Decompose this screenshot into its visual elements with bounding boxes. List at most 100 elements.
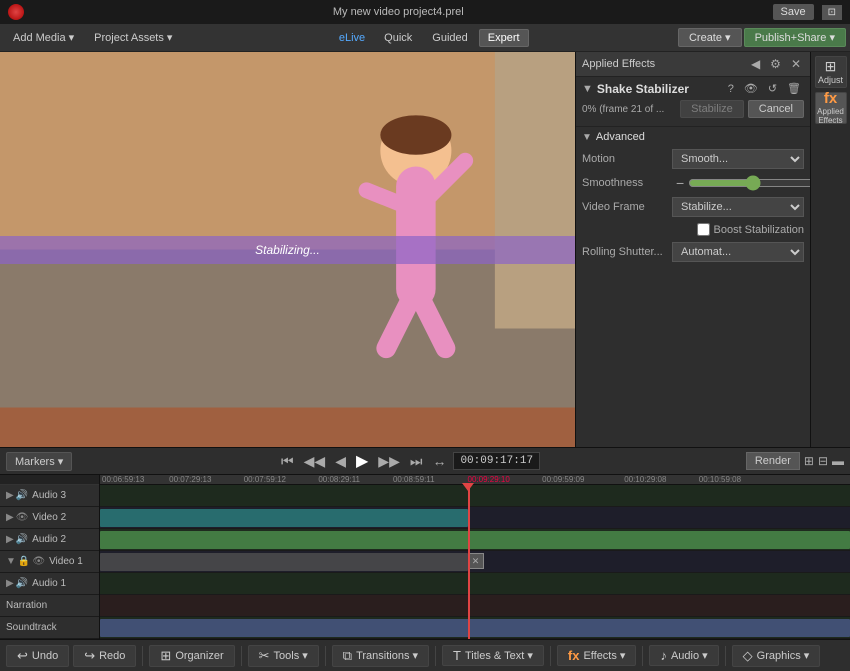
track-toggle-icon[interactable]: ▶ <box>6 578 14 589</box>
tc-next-button[interactable]: ▶▶ <box>375 451 403 472</box>
track-video1-icons: ▼ 🔒 👁 <box>6 556 45 567</box>
timeline-controls: Markers ▾ ⏮ ◀◀ ◀ ▶ ▶▶ ⏭ ↔ 00:09:17:17 Re… <box>0 447 850 475</box>
shake-stabilizer-section: ▼ Shake Stabilizer ? 👁 ↺ 🗑 0% (frame 21 … <box>576 77 810 127</box>
motion-row: Motion Smooth... <box>582 149 804 169</box>
render-button[interactable]: Render <box>746 452 800 470</box>
transitions-button[interactable]: ⧉ Transitions ▾ <box>332 645 429 667</box>
effects-settings-icon[interactable]: ⚙ <box>767 56 784 72</box>
tc-prev-button[interactable]: ◀ <box>332 451 349 472</box>
track-video2-label: Video 2 <box>32 512 66 523</box>
tc-skip-start-button[interactable]: ⏮ <box>278 451 297 472</box>
shake-reset-icon[interactable]: ↺ <box>765 81 780 96</box>
video-frame-select[interactable]: Stabilize... <box>672 197 804 217</box>
audio2-clip[interactable] <box>100 531 850 549</box>
track-video1[interactable]: ✕ <box>100 551 850 573</box>
render-slider[interactable]: ▬ <box>832 454 844 468</box>
audio-button[interactable]: ♪ Audio ▾ <box>649 645 718 666</box>
render-icon-2[interactable]: ⊟ <box>818 454 828 468</box>
projectassets-button[interactable]: Project Assets ▾ <box>85 28 181 47</box>
track-soundtrack[interactable] <box>100 617 850 639</box>
track-label-video1: ▼ 🔒 👁 Video 1 <box>0 551 99 573</box>
shake-collapse-icon[interactable]: ▼ <box>582 83 593 95</box>
shake-header: ▼ Shake Stabilizer ? 👁 ↺ 🗑 <box>582 81 804 96</box>
adjust-icon: ⊞ <box>825 58 837 75</box>
organizer-button[interactable]: ⊞ Organizer <box>149 645 234 667</box>
redo-button[interactable]: ↪ Redo <box>73 645 136 667</box>
fx-icon: fx <box>824 90 837 108</box>
tools-button[interactable]: ✂ Tools ▾ <box>248 645 319 667</box>
toolbar-separator-4 <box>435 646 436 666</box>
boost-checkbox[interactable] <box>697 223 710 236</box>
tc-loop-button[interactable]: ↔ <box>429 451 449 471</box>
shake-eye-icon[interactable]: 👁 <box>741 81 761 96</box>
track-lock-icon[interactable]: 🔒 <box>18 556 30 567</box>
track-eye-icon[interactable]: 👁 <box>16 512 29 523</box>
app-logo-icon <box>8 4 24 20</box>
track-collapse-icon[interactable]: ▼ <box>6 556 16 567</box>
applied-effects-button[interactable]: fx Applied Effects <box>815 92 847 124</box>
track-narration[interactable] <box>100 595 850 617</box>
save-button[interactable]: Save <box>773 4 814 20</box>
stabilize-area: 0% (frame 21 of ... Stabilize Cancel <box>582 100 804 118</box>
shake-help-icon[interactable]: ? <box>725 82 737 96</box>
effects-header-icons: ◀ ⚙ ✕ <box>748 56 804 72</box>
track-toggle-icon[interactable]: ▶ <box>6 490 14 501</box>
track-narration-label: Narration <box>6 600 47 611</box>
smoothness-slider[interactable] <box>688 175 817 191</box>
elive-button[interactable]: eLive <box>331 30 373 46</box>
redo-icon: ↪ <box>84 648 95 664</box>
advanced-collapse-icon: ▼ <box>582 132 592 143</box>
motion-select[interactable]: Smooth... <box>672 149 804 169</box>
track-video2[interactable] <box>100 507 850 529</box>
motion-label: Motion <box>582 153 672 165</box>
track-mute-icon[interactable]: 🔊 <box>16 534 28 545</box>
track-toggle-icon[interactable]: ▶ <box>6 534 14 545</box>
ruler-time-6: 00:09:59:09 <box>542 475 584 484</box>
track-eye2-icon[interactable]: 👁 <box>32 556 45 567</box>
render-icon-1[interactable]: ⊞ <box>804 454 814 468</box>
video2-clip[interactable] <box>100 509 468 527</box>
create-button[interactable]: Create ▾ <box>678 28 742 47</box>
track-audio1[interactable] <box>100 573 850 595</box>
quick-button[interactable]: Quick <box>375 29 421 47</box>
maximize-button[interactable]: ⊡ <box>822 5 842 20</box>
tc-skip-end-button[interactable]: ⏭ <box>407 451 426 472</box>
audio-label: Audio ▾ <box>671 649 708 662</box>
track-mute-icon[interactable]: 🔊 <box>16 490 28 501</box>
markers-button[interactable]: Markers ▾ <box>6 452 72 471</box>
effects-button[interactable]: fx Effects ▾ <box>557 645 637 666</box>
advanced-title: Advanced <box>596 131 645 143</box>
soundtrack-clip[interactable] <box>100 619 850 637</box>
video-frame-row: Video Frame Stabilize... <box>582 197 804 217</box>
shake-delete-icon[interactable]: 🗑 <box>784 81 804 96</box>
graphics-button[interactable]: ◇ Graphics ▾ <box>732 645 821 667</box>
publish-button[interactable]: Publish+Share ▾ <box>744 28 846 47</box>
boost-label[interactable]: Boost Stabilization <box>714 224 805 236</box>
smoothness-decrease-button[interactable]: − <box>676 175 684 191</box>
rolling-select[interactable]: Automat... <box>672 242 804 262</box>
video1-clip[interactable] <box>100 553 468 571</box>
ruler-time-7: 00:10:29:08 <box>624 475 666 484</box>
track-audio3[interactable] <box>100 485 850 507</box>
effects-close-button[interactable]: ✕ <box>788 56 804 72</box>
ruler-time-2: 00:07:59:12 <box>244 475 286 484</box>
titles-button[interactable]: T Titles & Text ▾ <box>442 645 544 666</box>
track-mute2-icon[interactable]: 🔊 <box>16 578 28 589</box>
effects-panel-header: Applied Effects ◀ ⚙ ✕ <box>576 52 810 77</box>
adjust-button[interactable]: ⊞ Adjust <box>815 56 847 88</box>
expert-button[interactable]: Expert <box>479 29 529 47</box>
titles-icon: T <box>453 648 461 663</box>
undo-button[interactable]: ↩ Undo <box>6 645 69 667</box>
tc-play-button[interactable]: ▶ <box>353 449 371 473</box>
stabilize-button[interactable]: Stabilize <box>680 100 744 118</box>
addmedia-button[interactable]: Add Media ▾ <box>4 28 83 47</box>
cancel-button[interactable]: Cancel <box>748 100 804 118</box>
track-audio2[interactable] <box>100 529 850 551</box>
track-toggle-icon[interactable]: ▶ <box>6 512 14 523</box>
effects-minimize-button[interactable]: ◀ <box>748 56 763 72</box>
tc-prev-frame-button[interactable]: ◀◀ <box>301 451 329 472</box>
time-display[interactable]: 00:09:17:17 <box>453 452 540 470</box>
undo-label: Undo <box>32 650 58 662</box>
advanced-header[interactable]: ▼ Advanced <box>582 131 804 143</box>
guided-button[interactable]: Guided <box>423 29 476 47</box>
